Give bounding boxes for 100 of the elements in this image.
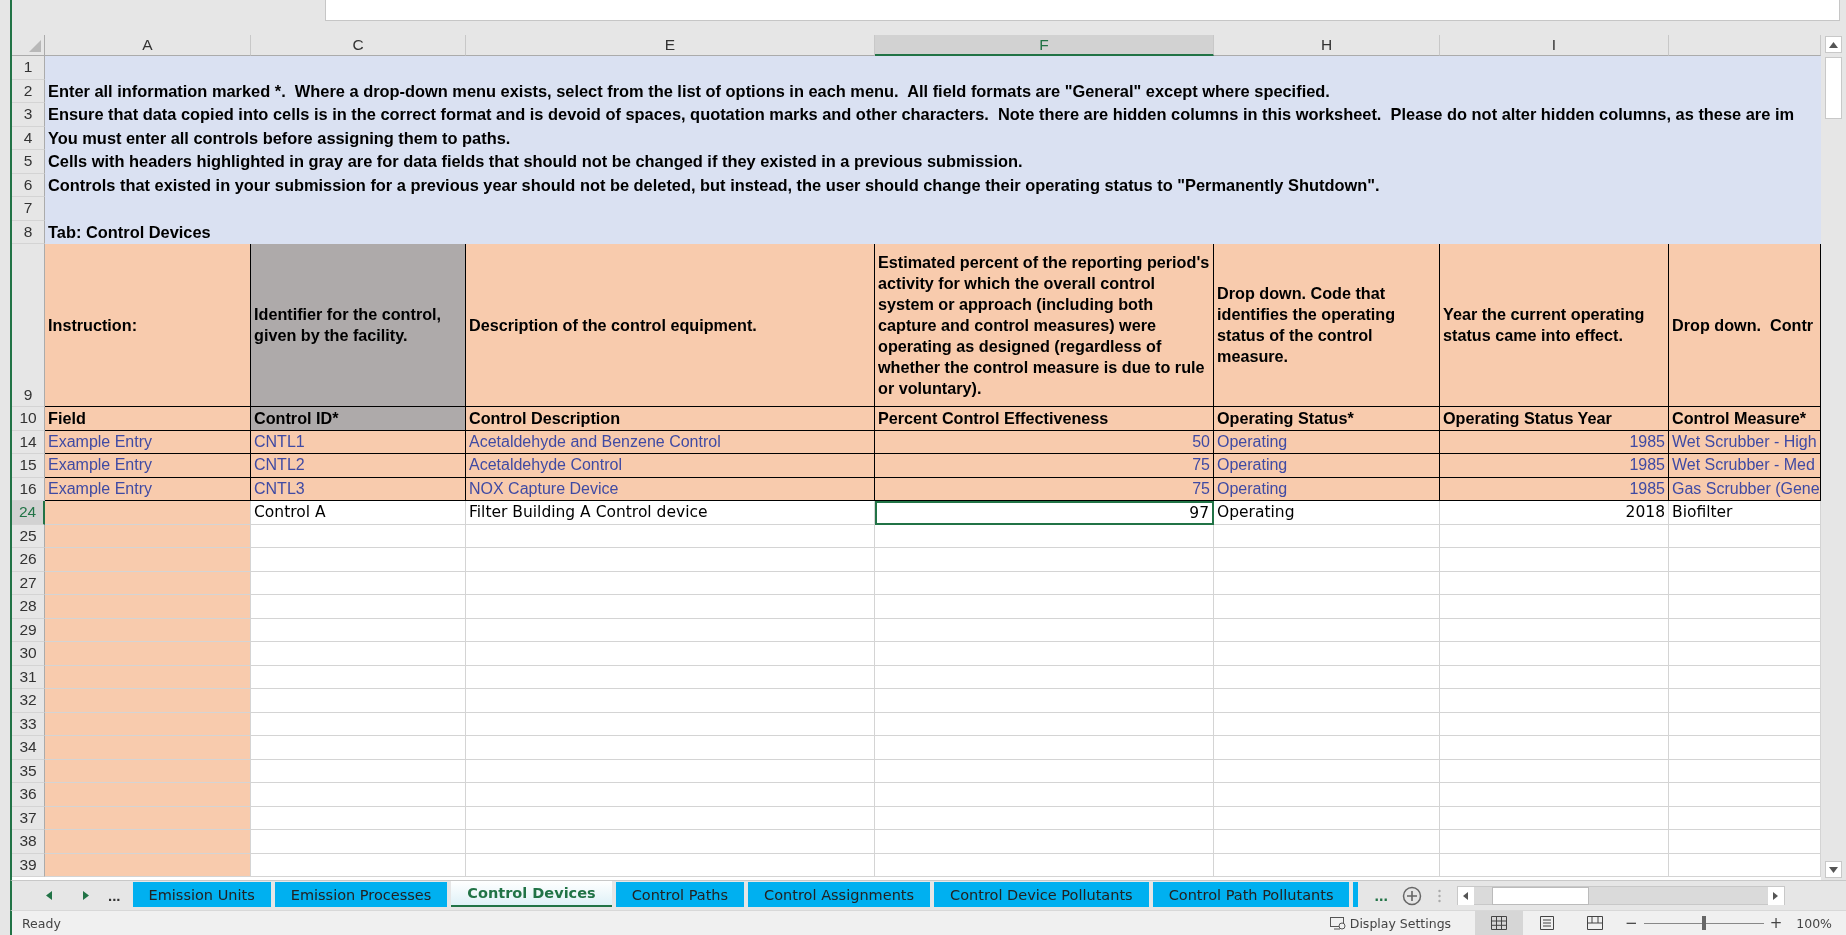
table-cell[interactable]: 97 — [875, 501, 1214, 525]
table-cell[interactable] — [1214, 853, 1440, 877]
table-cell[interactable]: Operating — [1214, 430, 1440, 454]
table-cell[interactable] — [45, 618, 251, 642]
table-cell[interactable] — [466, 665, 875, 689]
table-cell[interactable]: 75 — [875, 477, 1214, 501]
row-number[interactable]: 26 — [12, 548, 45, 572]
table-cell[interactable] — [466, 571, 875, 595]
table-cell[interactable] — [875, 618, 1214, 642]
table-cell[interactable] — [875, 759, 1214, 783]
table-cell[interactable]: CNTL1 — [251, 430, 466, 454]
table-cell[interactable] — [251, 830, 466, 854]
table-cell[interactable]: Example Entry — [45, 477, 251, 501]
table-cell[interactable]: 1985 — [1440, 454, 1669, 478]
table-cell[interactable] — [45, 853, 251, 877]
table-cell[interactable] — [251, 736, 466, 760]
table-cell[interactable] — [875, 548, 1214, 572]
previous-sheet-icon[interactable] — [45, 891, 52, 900]
normal-view-icon[interactable] — [1491, 916, 1508, 930]
table-cell[interactable] — [1214, 830, 1440, 854]
zoom-in-button[interactable]: + — [1763, 914, 1789, 932]
table-cell[interactable] — [45, 571, 251, 595]
table-cell[interactable] — [1214, 665, 1440, 689]
column-header[interactable]: I — [1440, 35, 1669, 56]
table-cell[interactable] — [1669, 759, 1821, 783]
table-cell[interactable] — [251, 689, 466, 713]
table-cell[interactable] — [1214, 712, 1440, 736]
table-cell[interactable] — [875, 830, 1214, 854]
table-cell[interactable] — [875, 853, 1214, 877]
table-cell[interactable] — [1440, 689, 1669, 713]
table-cell[interactable] — [466, 689, 875, 713]
sheet-tab[interactable]: Control Paths — [615, 882, 745, 907]
table-cell[interactable]: Gas Scrubber (Gene — [1669, 477, 1821, 501]
table-cell[interactable] — [45, 712, 251, 736]
table-cell[interactable] — [251, 524, 466, 548]
table-cell[interactable] — [1214, 571, 1440, 595]
table-cell[interactable] — [875, 712, 1214, 736]
row-number[interactable]: 36 — [12, 783, 45, 807]
table-cell[interactable] — [1669, 595, 1821, 619]
row-number[interactable]: 30 — [12, 642, 45, 666]
table-cell[interactable]: Operating — [1214, 477, 1440, 501]
table-cell[interactable] — [1440, 524, 1669, 548]
table-cell[interactable] — [251, 712, 466, 736]
table-cell[interactable] — [251, 665, 466, 689]
sheet-tab[interactable]: Emission Units — [132, 882, 271, 907]
row-number[interactable]: 4 — [12, 126, 45, 150]
table-cell[interactable] — [875, 665, 1214, 689]
table-cell[interactable] — [45, 665, 251, 689]
table-cell[interactable] — [1440, 665, 1669, 689]
table-cell[interactable] — [1214, 524, 1440, 548]
sheet-tab[interactable]: Control Device Pollutants — [934, 882, 1149, 907]
page-break-icon[interactable] — [1587, 916, 1604, 930]
table-cell[interactable]: 1985 — [1440, 477, 1669, 501]
table-cell[interactable] — [1440, 830, 1669, 854]
table-cell[interactable] — [466, 548, 875, 572]
row-number[interactable]: 6 — [12, 173, 45, 197]
table-cell[interactable] — [1440, 712, 1669, 736]
row-number[interactable]: 10 — [12, 407, 45, 431]
table-cell[interactable] — [251, 806, 466, 830]
table-cell[interactable] — [1214, 759, 1440, 783]
row-number[interactable]: 34 — [12, 736, 45, 760]
table-cell[interactable] — [875, 595, 1214, 619]
table-cell[interactable] — [875, 806, 1214, 830]
row-number[interactable]: 32 — [12, 689, 45, 713]
table-cell[interactable] — [1669, 548, 1821, 572]
table-cell[interactable] — [466, 524, 875, 548]
scroll-thumb[interactable] — [1491, 886, 1589, 905]
row-number[interactable]: 28 — [12, 595, 45, 619]
table-cell[interactable] — [45, 689, 251, 713]
scroll-left-icon[interactable] — [1463, 891, 1469, 900]
table-cell[interactable] — [466, 618, 875, 642]
scroll-right-icon[interactable] — [1773, 891, 1779, 900]
table-cell[interactable] — [1440, 853, 1669, 877]
table-cell[interactable] — [1669, 736, 1821, 760]
row-number[interactable]: 37 — [12, 806, 45, 830]
table-cell[interactable]: Acetaldehyde Control — [466, 454, 875, 478]
table-cell[interactable] — [45, 642, 251, 666]
column-header[interactable]: E — [466, 35, 875, 56]
table-cell[interactable] — [1214, 618, 1440, 642]
table-cell[interactable] — [1214, 806, 1440, 830]
table-cell[interactable] — [251, 548, 466, 572]
row-number[interactable]: 31 — [12, 665, 45, 689]
column-header[interactable]: H — [1214, 35, 1440, 56]
row-number[interactable]: 2 — [12, 79, 45, 103]
table-cell[interactable] — [1440, 642, 1669, 666]
display-settings-button[interactable]: Display Settings — [1325, 915, 1456, 931]
table-cell[interactable] — [466, 642, 875, 666]
table-cell[interactable] — [1669, 642, 1821, 666]
table-cell[interactable] — [45, 783, 251, 807]
table-cell[interactable] — [1214, 783, 1440, 807]
row-number[interactable]: 7 — [12, 197, 45, 221]
row-number[interactable]: 35 — [12, 759, 45, 783]
row-number[interactable]: 39 — [12, 853, 45, 877]
scroll-up-icon[interactable] — [1829, 41, 1838, 48]
row-number[interactable]: 33 — [12, 712, 45, 736]
splitter-icon[interactable] — [1437, 888, 1441, 903]
table-cell[interactable] — [466, 595, 875, 619]
table-cell[interactable] — [1440, 783, 1669, 807]
column-header[interactable]: C — [251, 35, 466, 56]
table-cell[interactable] — [1440, 618, 1669, 642]
